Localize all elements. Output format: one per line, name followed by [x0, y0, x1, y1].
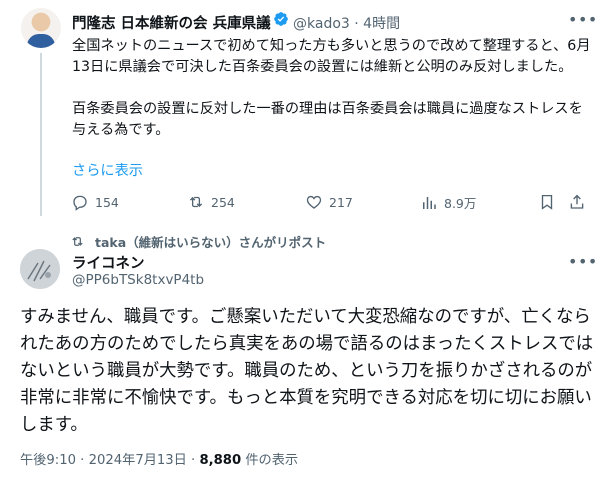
views-chart-icon: [423, 196, 436, 209]
author-handle-time: @kado3 · 4時間: [293, 13, 400, 33]
reply-button[interactable]: 154: [71, 193, 119, 211]
quote-author-avatar[interactable]: [20, 249, 60, 289]
tweet-time[interactable]: 4時間: [363, 16, 400, 32]
tweet-text: 全国ネットのニュースで初めて知った方も多いと思うので改めて整理すると、6月13日…: [72, 38, 591, 138]
author-handle[interactable]: @kado3: [293, 16, 350, 32]
repost-note[interactable]: taka（維新はいらない）さんがリポスト: [70, 232, 326, 251]
quote-text: すみません、職員です。ご懸案いただいて大変恐縮なのですが、亡くなられたあの方のた…: [20, 307, 594, 435]
bookmark-icon: [541, 194, 553, 210]
verified-badge-icon: [274, 12, 288, 26]
more-dots-icon[interactable]: •••: [568, 10, 598, 29]
heart-icon: [306, 195, 322, 209]
author-name[interactable]: 門隆志 日本維新の会 兵庫県議: [72, 12, 271, 33]
like-button[interactable]: 217: [305, 193, 353, 211]
repost-small-icon: [72, 237, 83, 246]
repost-count: 254: [211, 194, 235, 210]
tweet-timestamp[interactable]: 午後9:10 · 2024年7月13日 ·: [20, 453, 199, 468]
quote-author-name[interactable]: ライコネン: [72, 252, 145, 273]
quote-author-handle[interactable]: @PP6bTSk8txvP4tb: [72, 272, 204, 288]
repost-icon: [189, 196, 203, 208]
share-icon: [570, 194, 584, 209]
repost-note-text: taka（維新はいらない）さんがリポスト: [95, 235, 327, 250]
thread-line: [40, 53, 42, 216]
more-dots-icon[interactable]: •••: [568, 252, 598, 271]
show-more-link[interactable]: さらに表示: [72, 160, 143, 180]
like-count: 217: [329, 194, 353, 210]
separator-dot: ·: [354, 16, 359, 32]
author-avatar[interactable]: [21, 8, 61, 48]
avatar-image: [20, 249, 60, 289]
view-count: 8.9万: [444, 196, 477, 211]
reply-count: 154: [95, 194, 119, 210]
reply-icon: [73, 195, 87, 211]
tweet-meta: 午後9:10 · 2024年7月13日 · 8,880 件の表示: [20, 449, 298, 468]
repost-button[interactable]: 254: [187, 193, 235, 211]
view-label: 件の表示: [241, 453, 299, 468]
view-count-total: 8,880: [199, 453, 242, 468]
share-button[interactable]: [568, 193, 586, 211]
bookmark-button[interactable]: [538, 193, 556, 211]
views-button[interactable]: 8.9万: [420, 193, 476, 212]
